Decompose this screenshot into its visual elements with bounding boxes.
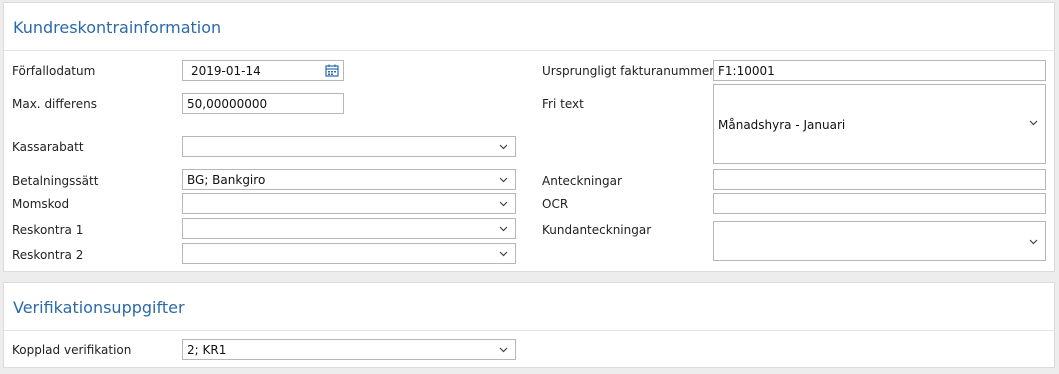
payment-method-select[interactable]: BG; Bankgiro xyxy=(182,169,516,190)
free-text-label: Fri text xyxy=(542,97,584,111)
vat-code-label: Momskod xyxy=(12,197,70,211)
customer-notes-label: Kundanteckningar xyxy=(542,223,652,237)
ocr-label: OCR xyxy=(542,197,569,211)
customer-notes-select[interactable] xyxy=(713,221,1046,261)
section-title: Kundreskontrainformation xyxy=(13,18,222,37)
panel-header: Verifikationsuppgifter xyxy=(4,283,1054,331)
due-date-field[interactable]: 2019-01-14 xyxy=(182,60,344,81)
chevron-down-icon xyxy=(1029,239,1038,245)
orig-invoice-input[interactable]: F1:10001 xyxy=(713,60,1046,81)
cash-discount-select[interactable] xyxy=(182,136,516,157)
chevron-down-icon xyxy=(499,201,508,207)
due-date-value: 2019-01-14 xyxy=(191,64,261,78)
chevron-down-icon xyxy=(499,177,508,183)
free-text-select[interactable]: Månadshyra - Januari xyxy=(713,84,1046,164)
ledger2-select[interactable] xyxy=(182,243,516,264)
ledger1-label: Reskontra 1 xyxy=(12,223,84,237)
chevron-down-icon xyxy=(1029,120,1038,126)
notes-input[interactable] xyxy=(713,169,1046,190)
ledger1-select[interactable] xyxy=(182,218,516,239)
due-date-label: Förfallodatum xyxy=(12,64,96,78)
customer-ledger-panel: Kundreskontrainformation Förfallodatum M… xyxy=(3,2,1055,272)
linked-voucher-value: 2; KR1 xyxy=(187,343,227,357)
orig-invoice-value: F1:10001 xyxy=(718,64,775,78)
max-diff-input[interactable]: 50,00000000 xyxy=(182,93,344,114)
ocr-input[interactable] xyxy=(713,193,1046,214)
panel-header: Kundreskontrainformation xyxy=(4,3,1054,51)
payment-method-label: Betalningssätt xyxy=(12,174,99,188)
orig-invoice-label: Ursprungligt fakturanummer xyxy=(542,64,715,78)
voucher-panel: Verifikationsuppgifter Kopplad verifikat… xyxy=(3,282,1055,368)
section-title: Verifikationsuppgifter xyxy=(13,298,185,317)
linked-voucher-select[interactable]: 2; KR1 xyxy=(182,339,516,360)
chevron-down-icon xyxy=(499,144,508,150)
vat-code-select[interactable] xyxy=(182,193,516,214)
cash-discount-label: Kassarabatt xyxy=(12,140,84,154)
notes-label: Anteckningar xyxy=(542,174,622,188)
chevron-down-icon xyxy=(499,251,508,257)
calendar-icon[interactable] xyxy=(325,64,339,77)
chevron-down-icon xyxy=(499,226,508,232)
ledger2-label: Reskontra 2 xyxy=(12,248,84,262)
max-diff-value: 50,00000000 xyxy=(187,97,268,111)
linked-voucher-label: Kopplad verifikation xyxy=(12,343,132,357)
max-diff-label: Max. differens xyxy=(12,97,97,111)
free-text-value: Månadshyra - Januari xyxy=(718,118,846,132)
payment-method-value: BG; Bankgiro xyxy=(187,173,266,187)
chevron-down-icon xyxy=(499,347,508,353)
